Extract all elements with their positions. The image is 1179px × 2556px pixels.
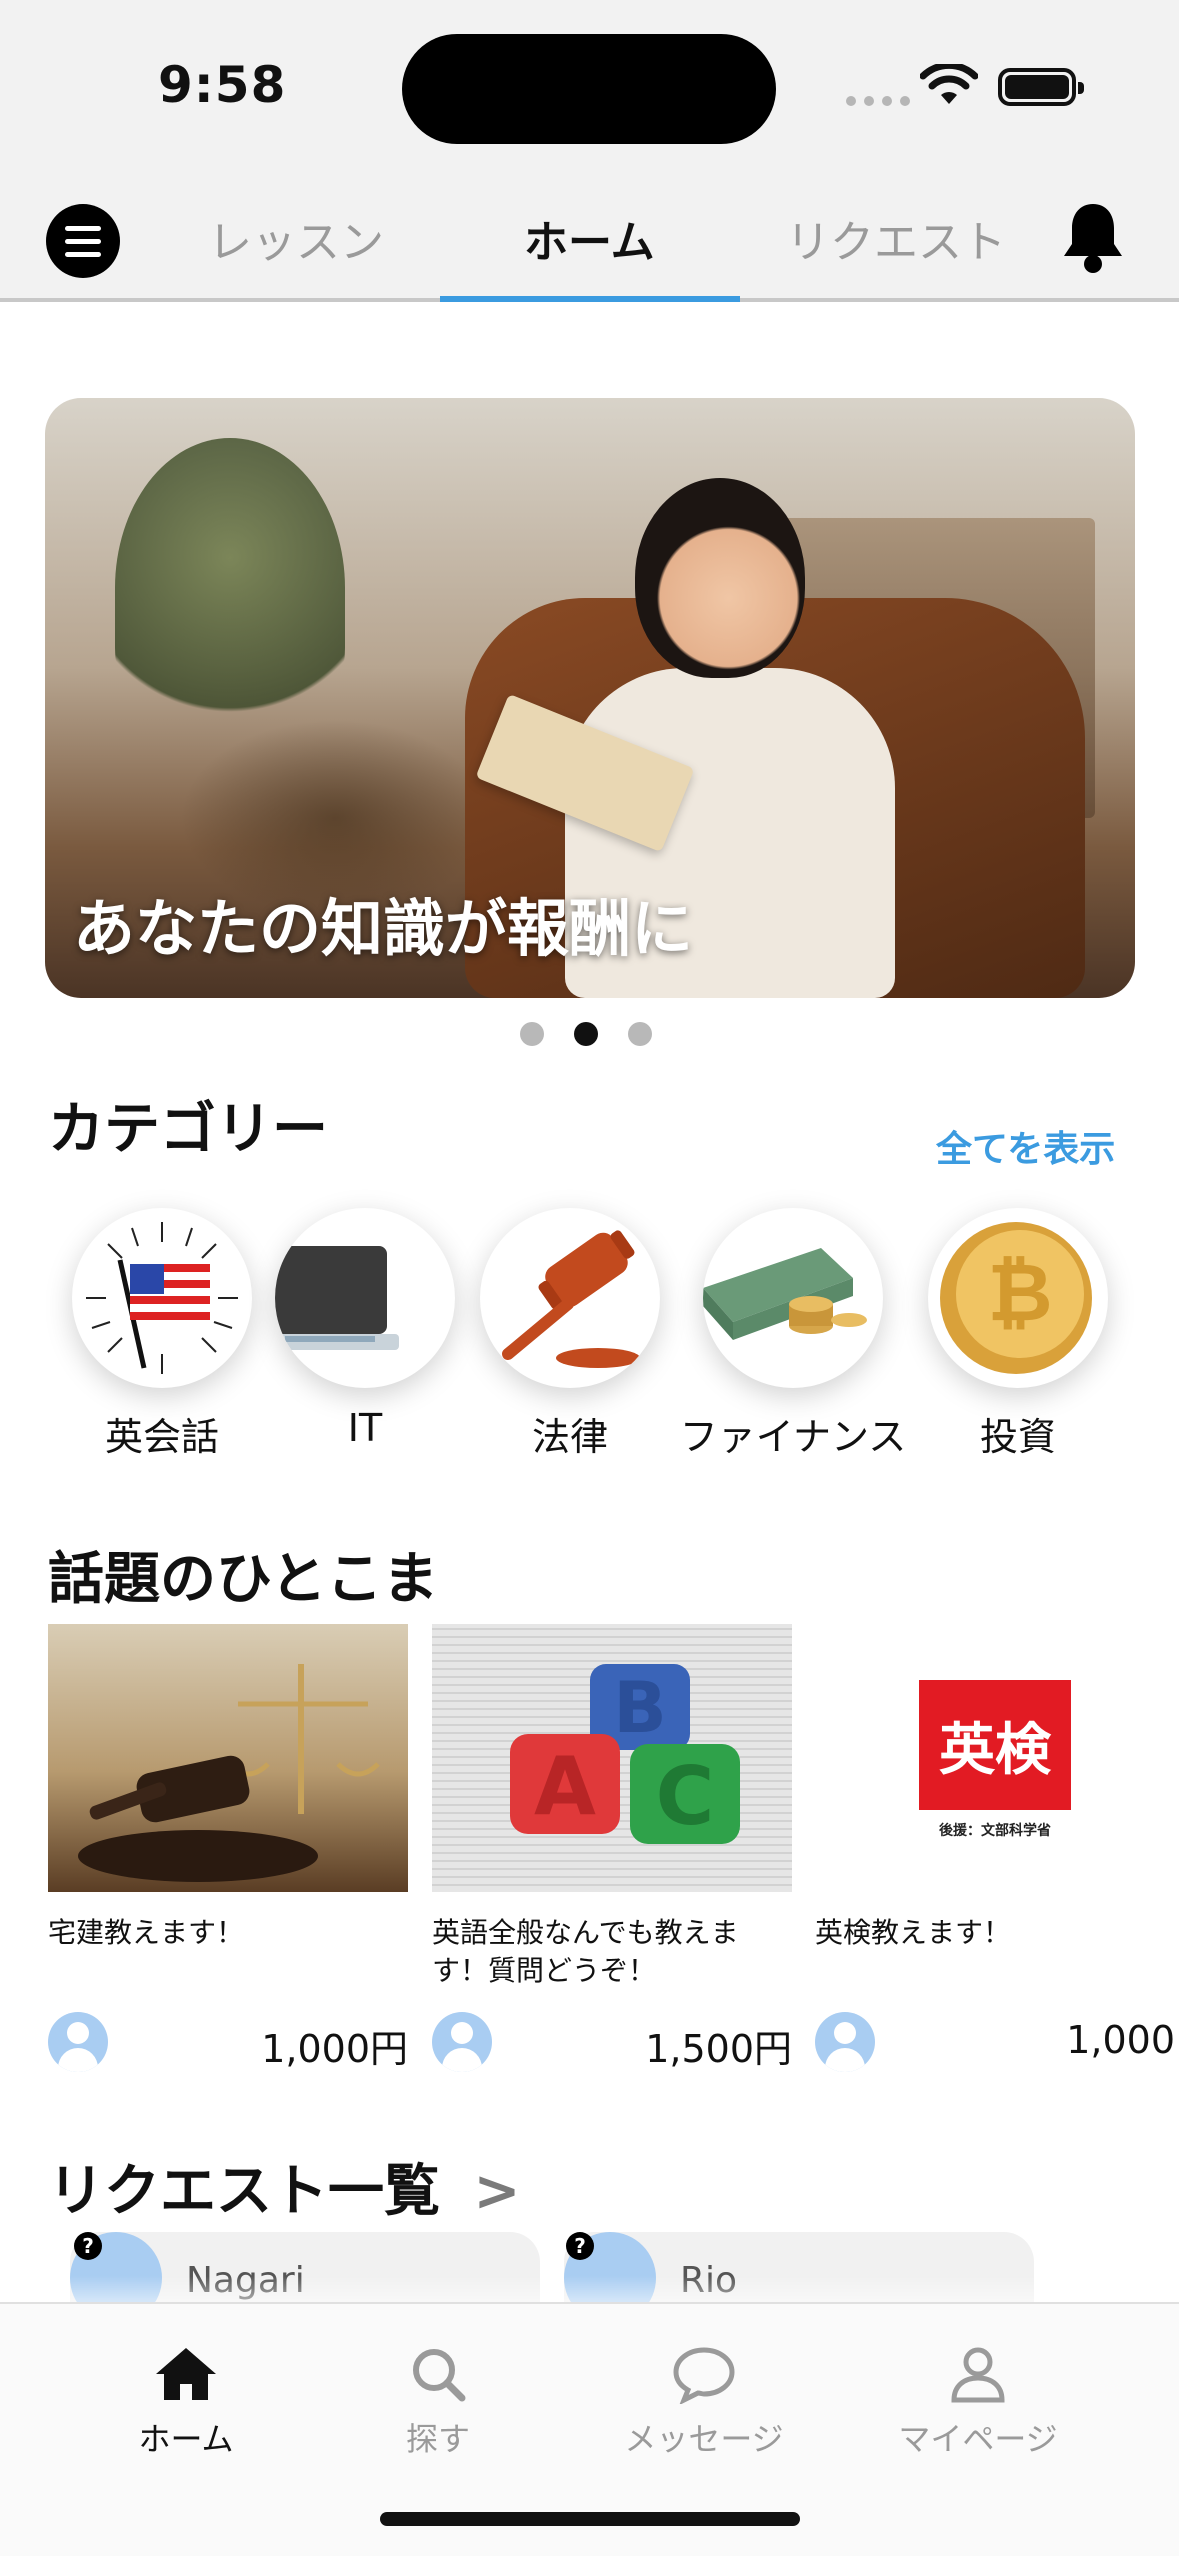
wifi-icon (920, 64, 978, 104)
hamburger-menu-button[interactable] (46, 204, 120, 278)
eiken-logo-sub: 後援：文部科学省 (939, 1823, 1051, 1839)
chevron-right-icon: > (473, 2159, 521, 2224)
lesson-thumbnail: 英検 後援：文部科学省 (815, 1624, 1175, 1892)
avatar[interactable] (48, 2012, 108, 2072)
battery-icon (998, 68, 1084, 106)
gavel-icon (480, 1208, 660, 1388)
lesson-title: 英語全般なんでも教えます！質問どうぞ！ (432, 1916, 739, 1987)
signal-icon (846, 96, 910, 106)
search-icon (413, 2349, 466, 2402)
hot-topics-title: 話題のひとこま (48, 1547, 439, 1612)
tab-requests[interactable]: リクエスト (786, 206, 1006, 270)
hero-banner[interactable]: あなたの知識が報酬に (45, 398, 1135, 998)
avatar[interactable] (432, 2012, 492, 2072)
banner-pager[interactable] (520, 1022, 652, 1046)
lesson-thumbnail (48, 1624, 408, 1892)
lesson-card[interactable]: B A C 英語全般なんでも教えます！質問どうぞ！ 1,500円 (432, 1624, 792, 2072)
us-flag-icon (72, 1208, 252, 1388)
lesson-price: 1,000円 (261, 2027, 408, 2071)
dynamic-island (402, 34, 776, 144)
requests-section-title[interactable]: リクエスト一覧 > (48, 2146, 520, 2227)
svg-text:C: C (656, 1750, 715, 1843)
category-finance[interactable]: ファイナンス (680, 1208, 906, 1461)
eiken-logo-text: 英検 (939, 1717, 1051, 1783)
lesson-title: 英検教えます！ (815, 1916, 1012, 1949)
question-badge-icon: ? (74, 2232, 102, 2260)
home-icon (156, 2348, 216, 2400)
lesson-price: 1,000 (1066, 2018, 1175, 2062)
tabbar-label: 探す (405, 2420, 470, 2458)
eiken-logo: 英検 (919, 1680, 1071, 1810)
category-investment[interactable]: ₿ 投資 (928, 1208, 1108, 1461)
banner-caption: あなたの知識が報酬に (73, 892, 694, 965)
pager-dot-active[interactable] (574, 1022, 598, 1046)
lesson-card[interactable]: 英検 後援：文部科学省 英検教えます！ 1,000 (815, 1624, 1175, 2072)
tabbar-messages[interactable]: メッセージ (594, 2344, 814, 2460)
avatar[interactable] (815, 2012, 875, 2072)
message-icon (673, 2347, 735, 2404)
tab-lessons[interactable]: レッスン (208, 206, 384, 270)
money-icon (703, 1208, 883, 1388)
lesson-price: 1,500円 (645, 2027, 792, 2071)
lesson-thumbnail: B A C (432, 1624, 792, 1892)
bitcoin-icon: ₿ (928, 1208, 1108, 1388)
requests-title-label: リクエスト一覧 (48, 2159, 440, 2224)
category-law[interactable]: 法律 (480, 1208, 660, 1461)
pager-dot[interactable] (520, 1022, 544, 1046)
tab-home[interactable]: ホーム (524, 206, 655, 270)
tabbar-label: ホーム (138, 2420, 234, 2458)
category-section-title: カテゴリー (48, 1097, 328, 1162)
svg-text:B: B (613, 1667, 666, 1749)
see-all-link[interactable]: 全てを表示 (936, 1120, 1115, 1172)
laptop-icon (275, 1208, 455, 1388)
svg-text:₿: ₿ (987, 1246, 1052, 1339)
status-bar: 9:58 (0, 0, 1179, 170)
top-nav: レッスン ホーム リクエスト (0, 170, 1179, 302)
category-label: 投資 (979, 1415, 1056, 1459)
tabbar-home[interactable]: ホーム (76, 2344, 296, 2460)
tabbar-search[interactable]: 探す (328, 2344, 548, 2460)
lesson-title: 宅建教えます！ (48, 1916, 245, 1949)
lesson-card[interactable]: 宅建教えます！ 1,000円 (48, 1624, 408, 2072)
svg-text:A: A (534, 1740, 596, 1833)
person-icon (951, 2347, 1005, 2403)
tabbar-label: メッセージ (624, 2420, 784, 2458)
bell-icon[interactable] (1058, 200, 1128, 276)
question-badge-icon: ? (566, 2232, 594, 2260)
home-indicator[interactable] (380, 2512, 800, 2526)
tabbar-mypage[interactable]: マイページ (868, 2344, 1088, 2460)
status-time: 9:58 (158, 56, 287, 114)
pager-dot[interactable] (628, 1022, 652, 1046)
active-tab-indicator (440, 296, 740, 302)
tabbar-label: マイページ (898, 2420, 1058, 2458)
